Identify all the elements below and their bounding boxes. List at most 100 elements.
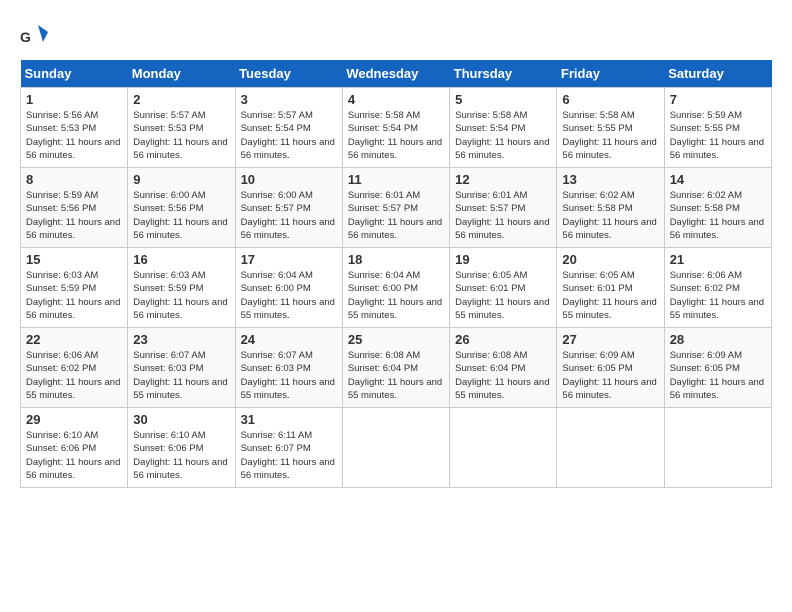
day-number: 17: [241, 252, 337, 267]
day-number: 14: [670, 172, 766, 187]
weekday-header-wednesday: Wednesday: [342, 60, 449, 88]
day-number: 27: [562, 332, 658, 347]
day-info: Sunrise: 5:56 AM Sunset: 5:53 PM Dayligh…: [26, 109, 122, 162]
day-number: 20: [562, 252, 658, 267]
calendar-cell: 29 Sunrise: 6:10 AM Sunset: 6:06 PM Dayl…: [21, 408, 128, 488]
day-info: Sunrise: 5:59 AM Sunset: 5:55 PM Dayligh…: [670, 109, 766, 162]
day-number: 7: [670, 92, 766, 107]
page-header: G: [20, 20, 772, 50]
day-info: Sunrise: 6:06 AM Sunset: 6:02 PM Dayligh…: [670, 269, 766, 322]
calendar-cell: 18 Sunrise: 6:04 AM Sunset: 6:00 PM Dayl…: [342, 248, 449, 328]
day-number: 19: [455, 252, 551, 267]
weekday-header-saturday: Saturday: [664, 60, 771, 88]
logo: G: [20, 20, 54, 50]
day-info: Sunrise: 6:05 AM Sunset: 6:01 PM Dayligh…: [562, 269, 658, 322]
day-info: Sunrise: 6:03 AM Sunset: 5:59 PM Dayligh…: [133, 269, 229, 322]
day-info: Sunrise: 5:57 AM Sunset: 5:54 PM Dayligh…: [241, 109, 337, 162]
calendar-cell: 2 Sunrise: 5:57 AM Sunset: 5:53 PM Dayli…: [128, 88, 235, 168]
week-row-1: 1 Sunrise: 5:56 AM Sunset: 5:53 PM Dayli…: [21, 88, 772, 168]
day-info: Sunrise: 6:06 AM Sunset: 6:02 PM Dayligh…: [26, 349, 122, 402]
calendar-cell: 31 Sunrise: 6:11 AM Sunset: 6:07 PM Dayl…: [235, 408, 342, 488]
day-number: 26: [455, 332, 551, 347]
day-info: Sunrise: 6:10 AM Sunset: 6:06 PM Dayligh…: [26, 429, 122, 482]
day-number: 4: [348, 92, 444, 107]
weekday-header-monday: Monday: [128, 60, 235, 88]
day-number: 9: [133, 172, 229, 187]
day-number: 24: [241, 332, 337, 347]
calendar-cell: 22 Sunrise: 6:06 AM Sunset: 6:02 PM Dayl…: [21, 328, 128, 408]
week-row-4: 22 Sunrise: 6:06 AM Sunset: 6:02 PM Dayl…: [21, 328, 772, 408]
day-number: 3: [241, 92, 337, 107]
calendar-cell: 19 Sunrise: 6:05 AM Sunset: 6:01 PM Dayl…: [450, 248, 557, 328]
week-row-2: 8 Sunrise: 5:59 AM Sunset: 5:56 PM Dayli…: [21, 168, 772, 248]
day-number: 29: [26, 412, 122, 427]
day-info: Sunrise: 6:02 AM Sunset: 5:58 PM Dayligh…: [562, 189, 658, 242]
day-number: 11: [348, 172, 444, 187]
day-info: Sunrise: 6:10 AM Sunset: 6:06 PM Dayligh…: [133, 429, 229, 482]
day-number: 12: [455, 172, 551, 187]
day-number: 18: [348, 252, 444, 267]
day-number: 23: [133, 332, 229, 347]
calendar-cell: 16 Sunrise: 6:03 AM Sunset: 5:59 PM Dayl…: [128, 248, 235, 328]
weekday-header-tuesday: Tuesday: [235, 60, 342, 88]
calendar-cell: 6 Sunrise: 5:58 AM Sunset: 5:55 PM Dayli…: [557, 88, 664, 168]
day-number: 8: [26, 172, 122, 187]
calendar-cell: 17 Sunrise: 6:04 AM Sunset: 6:00 PM Dayl…: [235, 248, 342, 328]
day-number: 10: [241, 172, 337, 187]
calendar-cell: 26 Sunrise: 6:08 AM Sunset: 6:04 PM Dayl…: [450, 328, 557, 408]
calendar-cell: 1 Sunrise: 5:56 AM Sunset: 5:53 PM Dayli…: [21, 88, 128, 168]
day-number: 25: [348, 332, 444, 347]
day-number: 22: [26, 332, 122, 347]
calendar-cell: 12 Sunrise: 6:01 AM Sunset: 5:57 PM Dayl…: [450, 168, 557, 248]
weekday-header-thursday: Thursday: [450, 60, 557, 88]
day-info: Sunrise: 6:05 AM Sunset: 6:01 PM Dayligh…: [455, 269, 551, 322]
day-number: 5: [455, 92, 551, 107]
day-info: Sunrise: 6:09 AM Sunset: 6:05 PM Dayligh…: [562, 349, 658, 402]
calendar-cell: 4 Sunrise: 5:58 AM Sunset: 5:54 PM Dayli…: [342, 88, 449, 168]
day-number: 30: [133, 412, 229, 427]
day-info: Sunrise: 6:02 AM Sunset: 5:58 PM Dayligh…: [670, 189, 766, 242]
day-number: 28: [670, 332, 766, 347]
calendar-cell: 15 Sunrise: 6:03 AM Sunset: 5:59 PM Dayl…: [21, 248, 128, 328]
day-info: Sunrise: 5:58 AM Sunset: 5:54 PM Dayligh…: [455, 109, 551, 162]
day-info: Sunrise: 6:08 AM Sunset: 6:04 PM Dayligh…: [348, 349, 444, 402]
calendar-cell: 11 Sunrise: 6:01 AM Sunset: 5:57 PM Dayl…: [342, 168, 449, 248]
day-info: Sunrise: 6:03 AM Sunset: 5:59 PM Dayligh…: [26, 269, 122, 322]
day-info: Sunrise: 5:57 AM Sunset: 5:53 PM Dayligh…: [133, 109, 229, 162]
calendar-cell: 24 Sunrise: 6:07 AM Sunset: 6:03 PM Dayl…: [235, 328, 342, 408]
day-number: 13: [562, 172, 658, 187]
calendar-cell: 8 Sunrise: 5:59 AM Sunset: 5:56 PM Dayli…: [21, 168, 128, 248]
calendar-cell: 25 Sunrise: 6:08 AM Sunset: 6:04 PM Dayl…: [342, 328, 449, 408]
calendar-cell: 7 Sunrise: 5:59 AM Sunset: 5:55 PM Dayli…: [664, 88, 771, 168]
calendar-cell: [342, 408, 449, 488]
weekday-header-sunday: Sunday: [21, 60, 128, 88]
calendar-cell: 27 Sunrise: 6:09 AM Sunset: 6:05 PM Dayl…: [557, 328, 664, 408]
day-info: Sunrise: 6:01 AM Sunset: 5:57 PM Dayligh…: [348, 189, 444, 242]
weekday-header-friday: Friday: [557, 60, 664, 88]
day-info: Sunrise: 6:01 AM Sunset: 5:57 PM Dayligh…: [455, 189, 551, 242]
day-number: 6: [562, 92, 658, 107]
calendar-cell: 20 Sunrise: 6:05 AM Sunset: 6:01 PM Dayl…: [557, 248, 664, 328]
weekday-header-row: SundayMondayTuesdayWednesdayThursdayFrid…: [21, 60, 772, 88]
calendar-cell: 5 Sunrise: 5:58 AM Sunset: 5:54 PM Dayli…: [450, 88, 557, 168]
calendar-cell: 23 Sunrise: 6:07 AM Sunset: 6:03 PM Dayl…: [128, 328, 235, 408]
calendar-cell: 13 Sunrise: 6:02 AM Sunset: 5:58 PM Dayl…: [557, 168, 664, 248]
day-info: Sunrise: 6:00 AM Sunset: 5:56 PM Dayligh…: [133, 189, 229, 242]
calendar-cell: 30 Sunrise: 6:10 AM Sunset: 6:06 PM Dayl…: [128, 408, 235, 488]
calendar-table: SundayMondayTuesdayWednesdayThursdayFrid…: [20, 60, 772, 488]
day-info: Sunrise: 5:58 AM Sunset: 5:54 PM Dayligh…: [348, 109, 444, 162]
logo-icon: G: [20, 20, 50, 50]
calendar-cell: 14 Sunrise: 6:02 AM Sunset: 5:58 PM Dayl…: [664, 168, 771, 248]
day-info: Sunrise: 6:04 AM Sunset: 6:00 PM Dayligh…: [241, 269, 337, 322]
calendar-cell: [450, 408, 557, 488]
calendar-cell: 3 Sunrise: 5:57 AM Sunset: 5:54 PM Dayli…: [235, 88, 342, 168]
day-number: 31: [241, 412, 337, 427]
svg-text:G: G: [20, 29, 31, 45]
day-info: Sunrise: 6:07 AM Sunset: 6:03 PM Dayligh…: [241, 349, 337, 402]
day-info: Sunrise: 5:58 AM Sunset: 5:55 PM Dayligh…: [562, 109, 658, 162]
day-info: Sunrise: 6:04 AM Sunset: 6:00 PM Dayligh…: [348, 269, 444, 322]
day-number: 15: [26, 252, 122, 267]
day-info: Sunrise: 6:09 AM Sunset: 6:05 PM Dayligh…: [670, 349, 766, 402]
day-info: Sunrise: 6:07 AM Sunset: 6:03 PM Dayligh…: [133, 349, 229, 402]
day-number: 21: [670, 252, 766, 267]
